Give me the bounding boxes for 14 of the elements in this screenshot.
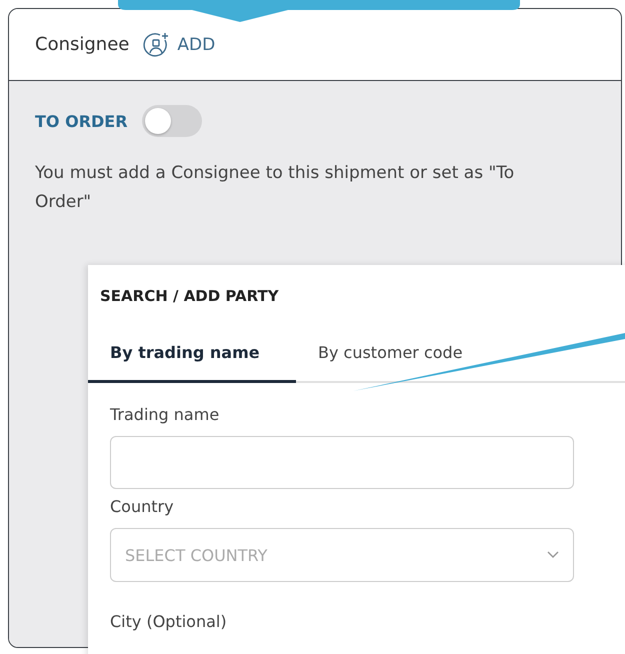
dialog-tab[interactable]: By customer code: [296, 327, 485, 383]
chevron-down-icon: [547, 551, 559, 559]
card-title: Consignee: [35, 34, 130, 55]
select-placeholder: SELECT COUNTRY: [125, 546, 268, 564]
dialog-title: SEARCH / ADD PARTY: [99, 286, 280, 307]
field-label: Country: [110, 497, 175, 516]
field-label: Trading name: [110, 405, 220, 424]
dialog-tab[interactable]: By trading name: [88, 327, 296, 383]
add-button[interactable]: ADD: [143, 30, 216, 58]
field-label: City (Optional): [110, 612, 228, 631]
to-order-switch[interactable]: [142, 105, 202, 137]
input-field[interactable]: [110, 436, 574, 489]
toggle-label: TO ORDER: [35, 112, 128, 130]
info-message: You must add a Consignee to this shipment or set as "To Order": [35, 162, 516, 214]
